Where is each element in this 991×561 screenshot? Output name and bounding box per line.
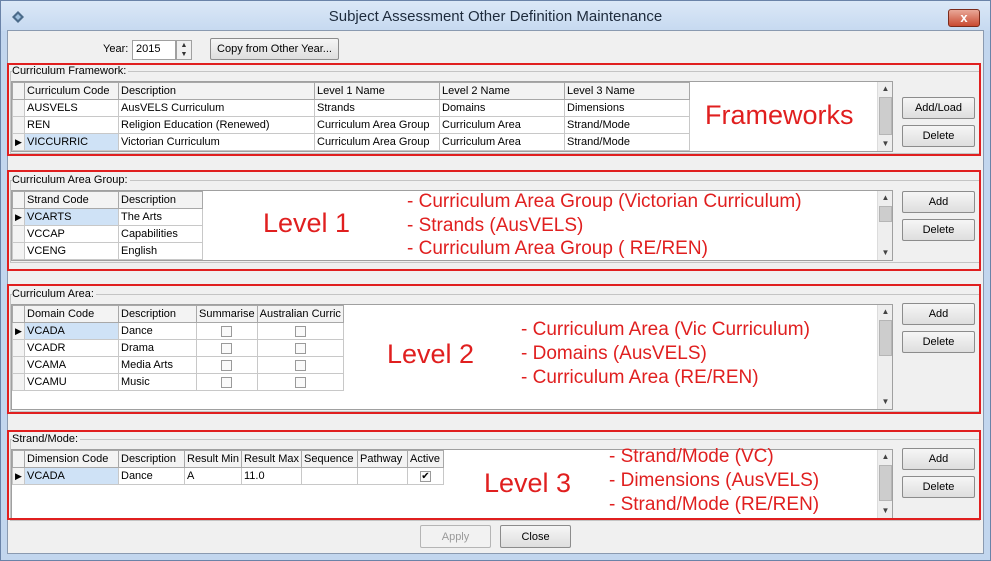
level3-line: - Strand/Mode (RE/REN) <box>609 494 820 515</box>
level1-line: - Strands (AusVELS) <box>407 215 584 236</box>
close-icon: x <box>960 10 968 25</box>
level3-annotation: Level 3 <box>484 468 572 498</box>
level1-annotation: Level 1 <box>263 208 351 238</box>
level3-line: - Dimensions (AusVELS) <box>609 470 820 491</box>
year-label: Year: <box>103 43 129 55</box>
apply-button[interactable]: Apply <box>420 525 491 548</box>
copy-from-other-year-button[interactable]: Copy from Other Year... <box>210 38 339 60</box>
year-spinner[interactable]: ▲ ▼ <box>176 40 192 60</box>
level2-line: - Curriculum Area (Vic Curriculum) <box>521 319 810 340</box>
level3-line: - Strand/Mode (VC) <box>609 446 774 467</box>
close-button[interactable]: Close <box>500 525 571 548</box>
title-bar: Subject Assessment Other Definition Main… <box>1 1 990 31</box>
spin-up-icon[interactable]: ▲ <box>177 41 191 50</box>
frameworks-annotation: Frameworks <box>705 100 854 130</box>
level2-annotation: Level 2 <box>387 339 475 369</box>
level1-line: - Curriculum Area Group (Victorian Curri… <box>407 191 802 212</box>
window-close-button[interactable]: x <box>948 9 980 27</box>
level1-line: - Curriculum Area Group ( RE/REN) <box>407 238 708 259</box>
level2-highlight-box <box>7 284 981 414</box>
window-title: Subject Assessment Other Definition Main… <box>328 8 663 25</box>
level2-line: - Domains (AusVELS) <box>521 343 707 364</box>
level2-line: - Curriculum Area (RE/REN) <box>521 367 759 388</box>
spin-down-icon[interactable]: ▼ <box>177 50 191 59</box>
year-input[interactable]: 2015 <box>132 40 176 60</box>
